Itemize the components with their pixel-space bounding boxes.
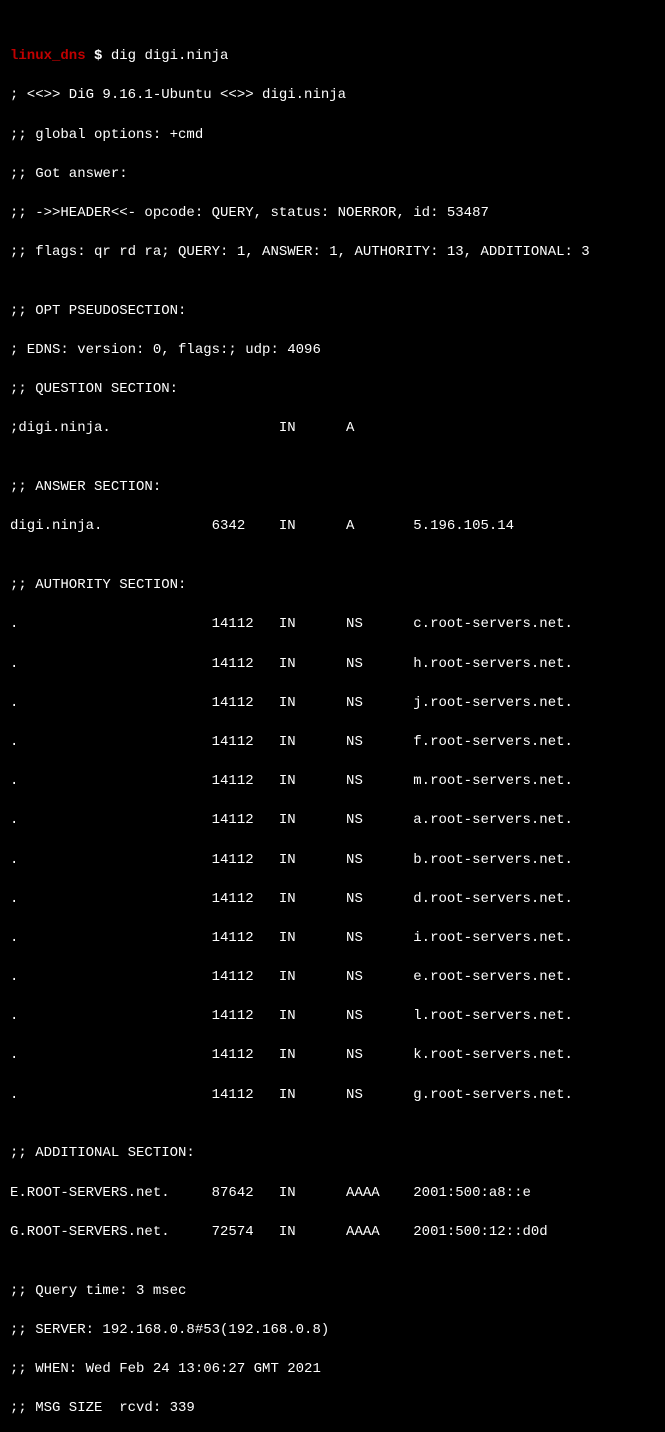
output-line: ; <<>> DiG 9.16.1-Ubuntu <<>> digi.ninja: [10, 86, 655, 106]
prompt-dollar: $: [86, 48, 111, 64]
authority-record: . 14112 IN NS f.root-servers.net.: [10, 733, 655, 753]
authority-record: . 14112 IN NS k.root-servers.net.: [10, 1046, 655, 1066]
footer-when: ;; WHEN: Wed Feb 24 13:06:27 GMT 2021: [10, 1360, 655, 1380]
authority-record: . 14112 IN NS a.root-servers.net.: [10, 811, 655, 831]
output-line: ;digi.ninja. IN A: [10, 419, 655, 439]
authority-record: . 14112 IN NS c.root-servers.net.: [10, 615, 655, 635]
authority-record: . 14112 IN NS e.root-servers.net.: [10, 968, 655, 988]
authority-record: . 14112 IN NS i.root-servers.net.: [10, 929, 655, 949]
footer-msg-size: ;; MSG SIZE rcvd: 339: [10, 1399, 655, 1419]
output-line: ;; flags: qr rd ra; QUERY: 1, ANSWER: 1,…: [10, 243, 655, 263]
authority-record: . 14112 IN NS m.root-servers.net.: [10, 772, 655, 792]
output-line: ;; Got answer:: [10, 165, 655, 185]
prompt-command: dig digi.ninja: [111, 48, 229, 64]
footer-query-time: ;; Query time: 3 msec: [10, 1282, 655, 1302]
output-line: ;; global options: +cmd: [10, 126, 655, 146]
authority-record: . 14112 IN NS g.root-servers.net.: [10, 1086, 655, 1106]
prompt-hostname: linux_dns: [10, 48, 86, 64]
output-line: ;; ->>HEADER<<- opcode: QUERY, status: N…: [10, 204, 655, 224]
prompt-line[interactable]: linux_dns $ dig digi.ninja: [10, 47, 655, 67]
authority-record: . 14112 IN NS b.root-servers.net.: [10, 851, 655, 871]
additional-record: G.ROOT-SERVERS.net. 72574 IN AAAA 2001:5…: [10, 1223, 655, 1243]
opt-title: ;; OPT PSEUDOSECTION:: [10, 302, 655, 322]
additional-title: ;; ADDITIONAL SECTION:: [10, 1144, 655, 1164]
answer-title: ;; ANSWER SECTION:: [10, 478, 655, 498]
footer-server: ;; SERVER: 192.168.0.8#53(192.168.0.8): [10, 1321, 655, 1341]
authority-title: ;; AUTHORITY SECTION:: [10, 576, 655, 596]
authority-record: . 14112 IN NS l.root-servers.net.: [10, 1007, 655, 1027]
output-line: ; EDNS: version: 0, flags:; udp: 4096: [10, 341, 655, 361]
authority-record: . 14112 IN NS d.root-servers.net.: [10, 890, 655, 910]
question-title: ;; QUESTION SECTION:: [10, 380, 655, 400]
authority-record: . 14112 IN NS j.root-servers.net.: [10, 694, 655, 714]
authority-record: . 14112 IN NS h.root-servers.net.: [10, 655, 655, 675]
additional-record: E.ROOT-SERVERS.net. 87642 IN AAAA 2001:5…: [10, 1184, 655, 1204]
answer-record: digi.ninja. 6342 IN A 5.196.105.14: [10, 517, 655, 537]
